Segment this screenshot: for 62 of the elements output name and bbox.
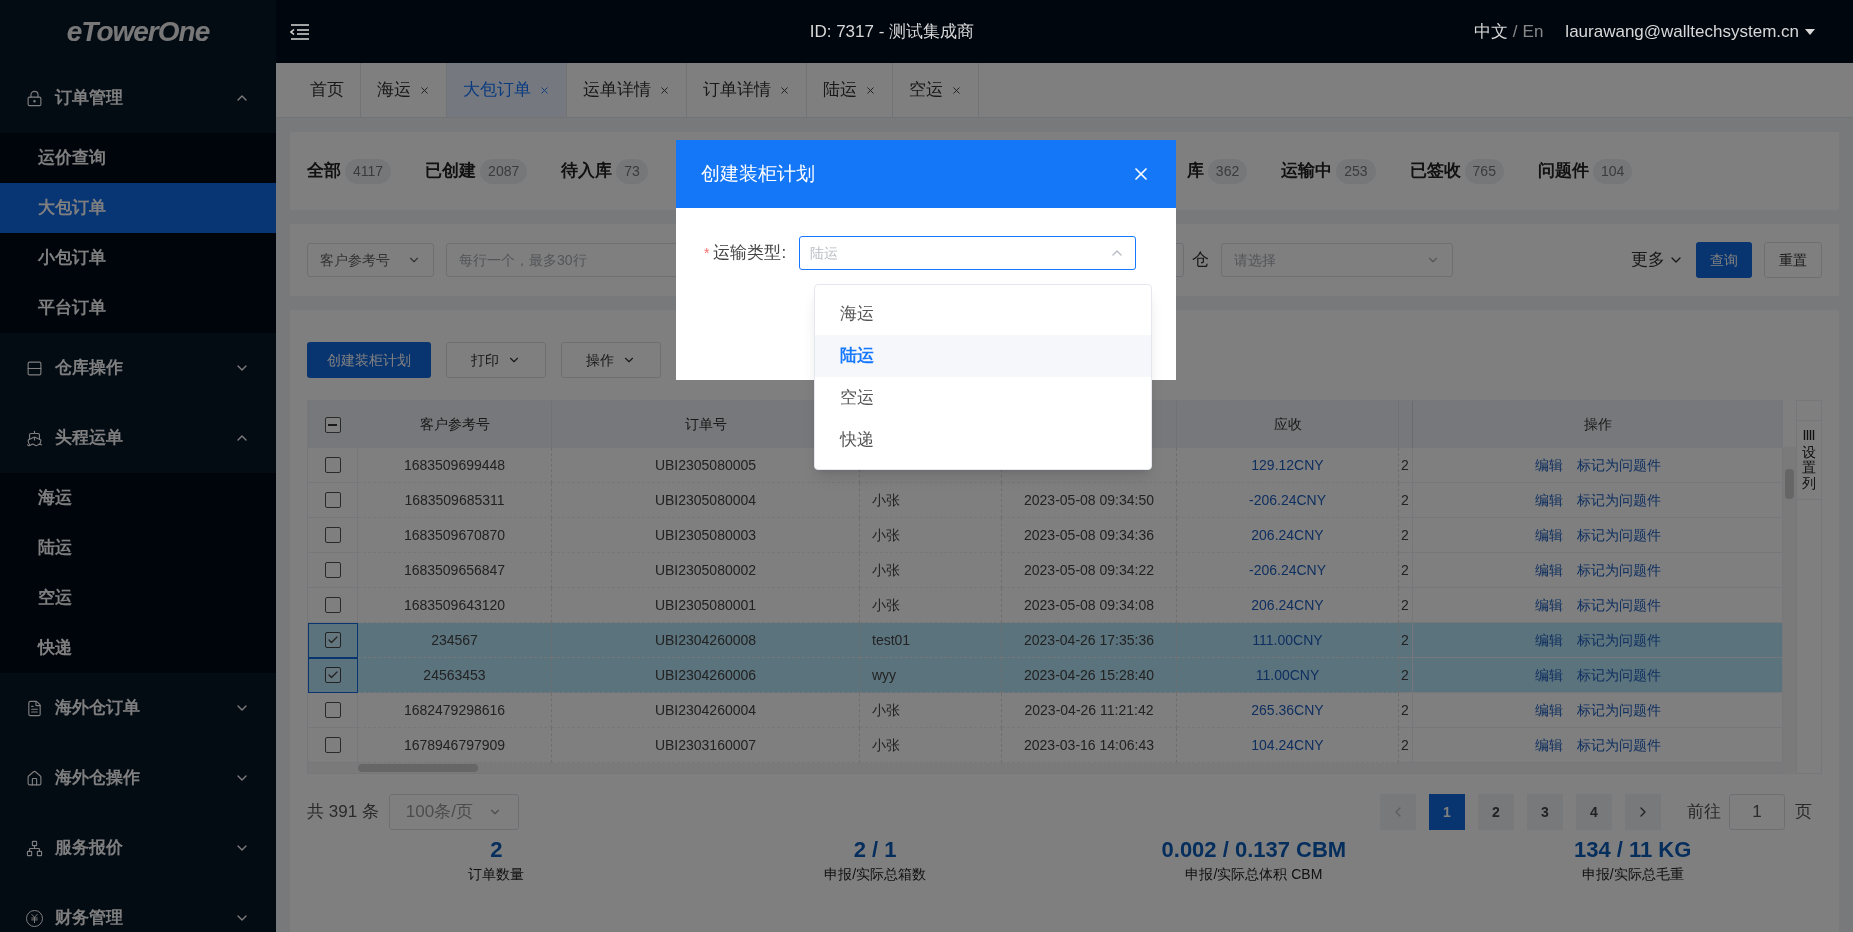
table-cell-text: 2 <box>1401 735 1409 755</box>
table-cell-text: 2023-04-26 11:21:42 <box>1024 700 1154 720</box>
table-cell-text: 2 <box>1401 630 1409 650</box>
total-count: 共 391 条 <box>307 801 379 824</box>
table-cell-text: 2023-05-08 09:34:36 <box>1024 525 1154 545</box>
table-cell-text: 小张 <box>872 560 900 580</box>
table-cell-text: 2023-04-26 17:35:36 <box>1024 630 1154 650</box>
separator: / <box>1512 20 1518 43</box>
table-cell-text: 1683509656847 <box>403 560 506 580</box>
table-cell-text: 1683509643120 <box>403 595 506 615</box>
table-cell-text: 2023-05-08 09:34:22 <box>1024 560 1154 580</box>
summary-label: 申报/实际总箱数 <box>824 865 927 884</box>
logo: eTowerOne <box>66 14 210 49</box>
summary-value: 2 / 1 <box>853 836 897 864</box>
table-cell-text: 1683509685311 <box>404 490 505 510</box>
page-suffix: 页 <box>1795 801 1812 824</box>
required-mark: * <box>704 243 710 263</box>
field-label: 仓 <box>1192 249 1209 272</box>
table-cell-text: UBI2304260006 <box>654 665 757 685</box>
table-cell-text: 1682479298616 <box>403 700 506 720</box>
summary-value: 2 <box>490 836 503 864</box>
summary-label: 申报/实际总体积 CBM <box>1185 865 1323 884</box>
table-cell-text: 24563453 <box>423 665 486 685</box>
table-cell-text: 1678946797909 <box>403 735 506 755</box>
table-cell-text: 2 <box>1401 595 1409 615</box>
table-cell-text: 2023-04-26 15:28:40 <box>1024 665 1154 685</box>
table-cell-text: 小张 <box>872 735 900 755</box>
table-cell-text: 2023-05-08 09:34:50 <box>1024 490 1154 510</box>
table-cell-text: 2 <box>1401 665 1409 685</box>
table-cell-text: UBI2305080005 <box>654 455 757 475</box>
table-cell-text: 小张 <box>872 490 900 510</box>
table-cell-text: 2 <box>1401 525 1409 545</box>
summary-label: 申报/实际总毛重 <box>1581 865 1684 884</box>
column-header: 操作 <box>1582 415 1613 434</box>
table-cell-text: test01 <box>872 630 911 650</box>
table-cell-text: wyy <box>872 665 897 685</box>
table-cell-text: UBI2303160007 <box>654 735 757 755</box>
table-cell-text: 2 <box>1401 560 1409 580</box>
table-cell-text: 小张 <box>872 525 900 545</box>
goto-label: 前往 <box>1687 801 1721 824</box>
summary-value: 0.002 / 0.137 CBM <box>1161 836 1347 864</box>
summary-value: 134 / 11 KG <box>1573 836 1692 864</box>
table-cell-text: UBI2305080002 <box>654 560 757 580</box>
field-label: 运输类型: <box>713 242 788 265</box>
table-cell-text: 2023-05-08 09:34:08 <box>1024 595 1154 615</box>
table-cell-text: 1683509699448 <box>403 455 506 475</box>
table-cell-text: UBI2305080004 <box>654 490 757 510</box>
table-cell-text: 2 <box>1401 700 1409 720</box>
table-cell-text: UBI2304260008 <box>654 630 757 650</box>
table-cell-text: 小张 <box>872 595 900 615</box>
table-cell-text: 2 <box>1401 455 1409 475</box>
page-title: ID: 7317 - 测试集成商 <box>808 20 976 43</box>
table-cell-text: 1683509670870 <box>403 525 506 545</box>
dialog-title: 创建装柜计划 <box>701 161 815 186</box>
summary-label: 订单数量 <box>468 865 525 884</box>
table-cell-text: 2 <box>1401 490 1409 510</box>
table-cell-text: 2023-03-16 14:06:43 <box>1024 735 1154 755</box>
table-cell-text: UBI2305080003 <box>654 525 757 545</box>
table-cell-text: 234567 <box>431 630 478 650</box>
table-cell-text: UBI2304260004 <box>654 700 757 720</box>
table-cell-text: UBI2305080001 <box>654 595 757 615</box>
table-cell-text: 小张 <box>872 700 900 720</box>
